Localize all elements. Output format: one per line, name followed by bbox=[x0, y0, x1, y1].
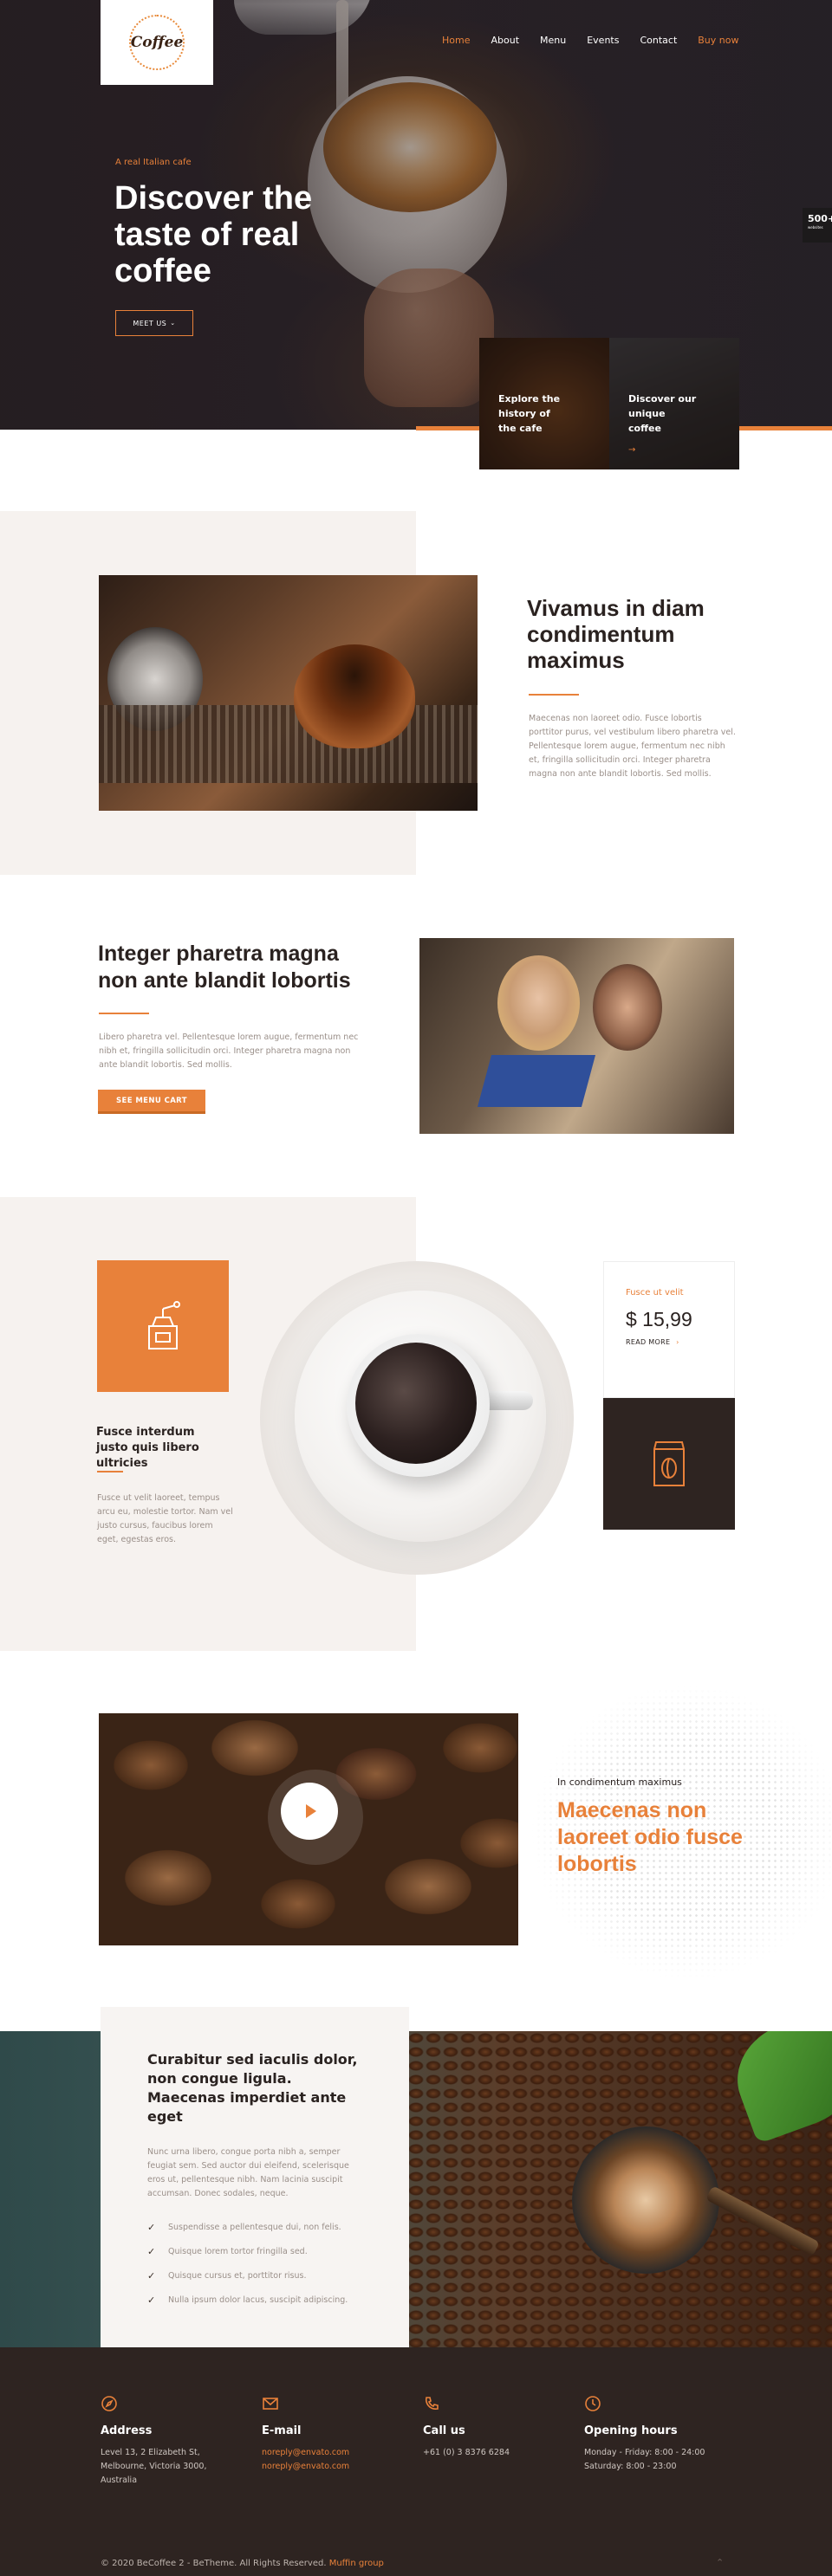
footer-email: E-mail noreply@envato.com noreply@envato… bbox=[262, 2395, 418, 2474]
logo-text: Coffee bbox=[130, 34, 184, 51]
footer: Address Level 13, 2 Elizabeth St, Melbou… bbox=[0, 2347, 832, 2576]
nav-item-home[interactable]: Home bbox=[442, 35, 470, 46]
title-underline bbox=[529, 694, 579, 696]
section-about-text: Maecenas non laoreet odio. Fusce loborti… bbox=[529, 714, 736, 779]
section-video-title: Maecenas non laoreet odio fusce lobortis bbox=[557, 1798, 743, 1876]
play-button[interactable] bbox=[281, 1783, 338, 1840]
footer-hours-title: Opening hours bbox=[584, 2424, 678, 2437]
coffee-bag-tile bbox=[603, 1398, 735, 1530]
nav-item-menu[interactable]: Menu bbox=[540, 35, 566, 46]
read-more-label: READ MORE bbox=[626, 1338, 671, 1346]
meet-us-label: MEET US bbox=[133, 319, 167, 327]
section-menu-text: Libero pharetra vel. Pellentesque lorem … bbox=[99, 1032, 359, 1070]
footer-phone-title: Call us bbox=[423, 2424, 465, 2437]
badge-text: websites bbox=[808, 225, 823, 230]
tile-history-label: Explore the history of the cafe bbox=[498, 393, 561, 434]
price-kicker: Fusce ut velit bbox=[626, 1288, 684, 1298]
tile-unique-coffee[interactable]: Discover our unique coffee → bbox=[609, 338, 739, 469]
nav-item-events[interactable]: Events bbox=[587, 35, 619, 46]
clock-icon bbox=[584, 2395, 603, 2414]
list-item: ✓ Quisque lorem tortor fringilla sed. bbox=[147, 2239, 409, 2263]
coffee-bag-icon bbox=[653, 1441, 685, 1486]
women-reading-image bbox=[419, 938, 734, 1134]
compass-icon bbox=[101, 2395, 120, 2414]
sites-badge[interactable]: 500+ websites bbox=[803, 208, 832, 243]
logo-badge: Coffee bbox=[129, 15, 185, 70]
copyright-text: © 2020 BeCoffee 2 - BeTheme. All Rights … bbox=[101, 2559, 327, 2568]
hero-kicker: A real Italian cafe bbox=[115, 158, 192, 167]
title-underline bbox=[99, 1013, 149, 1014]
nav-item-contact[interactable]: Contact bbox=[640, 35, 677, 46]
hours-line: Saturday: 8:00 - 23:00 bbox=[584, 2462, 677, 2471]
feature-list: ✓ Suspendisse a pellentesque dui, non fel… bbox=[147, 2215, 409, 2312]
back-to-top-icon[interactable]: ⌃ bbox=[716, 2557, 724, 2568]
section-menu-title: Integer pharetra magna non ante blandit … bbox=[98, 942, 351, 993]
list-item: ✓ Nulla ipsum dolor lacus, suscipit adipi… bbox=[147, 2288, 409, 2312]
list-item-text: Quisque cursus et, porttitor risus. bbox=[168, 2270, 307, 2281]
section-about-title: Vivamus in diam condimentum maximus bbox=[527, 595, 705, 673]
read-more-link[interactable]: READ MORE › bbox=[626, 1338, 679, 1346]
tile-coffee-label: Discover our unique coffee bbox=[628, 393, 697, 434]
address-line: Level 13, 2 Elizabeth St, bbox=[101, 2448, 200, 2457]
price-card: Fusce ut velit $ 15,99 READ MORE › bbox=[603, 1261, 735, 1398]
main-nav: Home About Menu Events Contact Buy now bbox=[442, 35, 739, 46]
check-icon: ✓ bbox=[147, 2269, 156, 2282]
check-icon: ✓ bbox=[147, 2245, 156, 2257]
features-card: Curabitur sed iaculis dolor, non congue … bbox=[101, 2007, 409, 2347]
check-icon: ✓ bbox=[147, 2221, 156, 2233]
muffin-group-link[interactable]: Muffin group bbox=[329, 2559, 384, 2568]
section-product-title: Fusce interdum justo quis libero ultrici… bbox=[96, 1426, 199, 1470]
buy-now-link[interactable]: Buy now bbox=[698, 35, 738, 46]
copyright: © 2020 BeCoffee 2 - BeTheme. All Rights … bbox=[101, 2559, 384, 2568]
nav-item-about[interactable]: About bbox=[491, 35, 519, 46]
chevron-down-icon: ⌄ bbox=[170, 320, 176, 327]
section-list-text: Nunc urna libero, congue porta nibh a, s… bbox=[147, 2147, 349, 2198]
email-link[interactable]: noreply@envato.com bbox=[262, 2446, 418, 2460]
arrow-right-icon: → bbox=[628, 445, 636, 455]
check-icon: ✓ bbox=[147, 2294, 156, 2306]
footer-email-title: E-mail bbox=[262, 2424, 302, 2437]
address-line: Australia bbox=[101, 2476, 138, 2485]
list-item-text: Quisque lorem tortor fringilla sed. bbox=[168, 2246, 308, 2256]
section-list-title: Curabitur sed iaculis dolor, non congue … bbox=[147, 2051, 358, 2125]
list-item-text: Nulla ipsum dolor lacus, suscipit adipis… bbox=[168, 2294, 348, 2305]
tile-history[interactable]: Explore the history of the cafe bbox=[479, 338, 609, 469]
hours-line: Monday - Friday: 8:00 - 24:00 bbox=[584, 2448, 705, 2457]
footer-phone: Call us +61 (0) 3 8376 6284 bbox=[423, 2395, 579, 2460]
price-value: $ 15,99 bbox=[626, 1308, 692, 1330]
email-link[interactable]: noreply@envato.com bbox=[262, 2460, 418, 2474]
phone-icon bbox=[423, 2395, 442, 2414]
title-underline bbox=[97, 1471, 123, 1472]
logo[interactable]: Coffee bbox=[101, 0, 213, 85]
footer-hours: Opening hours Monday - Friday: 8:00 - 24… bbox=[584, 2395, 740, 2474]
address-line: Melbourne, Victoria 3000, bbox=[101, 2462, 207, 2471]
list-item: ✓ Suspendisse a pellentesque dui, non fel… bbox=[147, 2215, 409, 2239]
chevron-right-icon: › bbox=[676, 1338, 679, 1346]
see-menu-cart-button[interactable]: SEE MENU CART bbox=[98, 1090, 205, 1114]
coffee-beans-video[interactable] bbox=[99, 1713, 518, 1945]
list-item-text: Suspendisse a pellentesque dui, non feli… bbox=[168, 2222, 341, 2232]
section-video-kicker: In condimentum maximus bbox=[557, 1777, 682, 1788]
meet-us-button[interactable]: MEET US ⌄ bbox=[115, 310, 193, 336]
turkish-coffee-pot-image bbox=[572, 2126, 719, 2274]
play-icon bbox=[306, 1804, 316, 1818]
phone-link[interactable]: +61 (0) 3 8376 6284 bbox=[423, 2446, 579, 2460]
hero-title: Discover the taste of real coffee bbox=[114, 180, 313, 289]
footer-address-title: Address bbox=[101, 2424, 153, 2437]
espresso-machine-image bbox=[99, 575, 478, 811]
section-product-text: Fusce ut velit laoreet, tempus arcu eu, … bbox=[97, 1493, 233, 1544]
footer-address: Address Level 13, 2 Elizabeth St, Melbou… bbox=[101, 2395, 257, 2488]
coffee-grinder-tile bbox=[97, 1260, 229, 1392]
coffee-grinder-icon bbox=[148, 1301, 180, 1349]
envelope-icon bbox=[262, 2395, 281, 2414]
list-item: ✓ Quisque cursus et, porttitor risus. bbox=[147, 2263, 409, 2288]
